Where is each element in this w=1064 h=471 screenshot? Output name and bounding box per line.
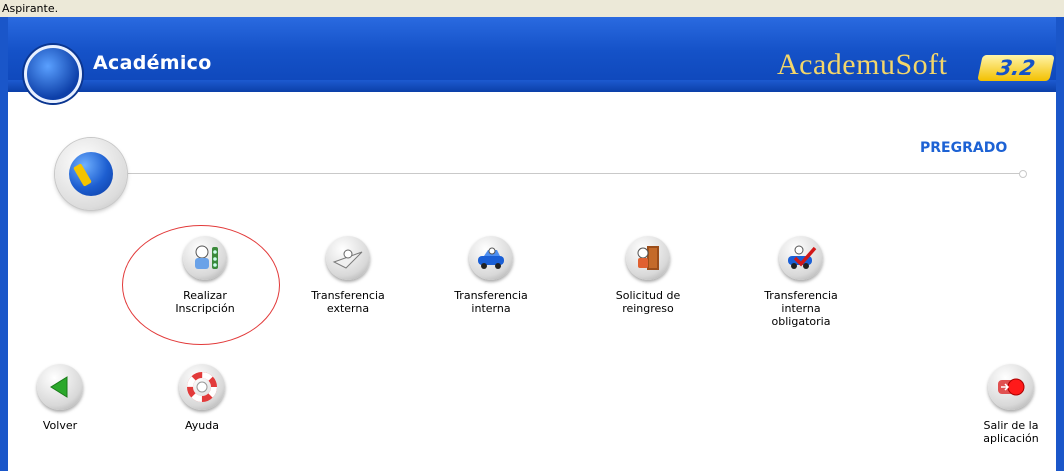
tool-transferencia-interna-obligatoria[interactable]: Transferencia interna obligatoria bbox=[736, 236, 866, 328]
brand-version: 3.2 bbox=[977, 55, 1055, 81]
tool-label: Transferencia interna obligatoria bbox=[764, 289, 838, 328]
door-icon[interactable] bbox=[626, 236, 670, 280]
exit-label: Salir de la aplicación bbox=[983, 419, 1039, 445]
brand-name: AcademuSoft bbox=[777, 48, 948, 81]
paper-plane-icon[interactable] bbox=[326, 236, 370, 280]
app-logo-icon bbox=[24, 45, 82, 103]
exit-icon[interactable] bbox=[988, 364, 1034, 410]
lifebuoy-icon[interactable] bbox=[179, 364, 225, 410]
tool-label: Transferencia externa bbox=[311, 289, 385, 315]
section-label: PREGRADO bbox=[920, 140, 1008, 156]
divider-end-dot bbox=[1019, 170, 1027, 178]
tool-transferencia-interna[interactable]: Transferencia interna bbox=[426, 236, 556, 315]
module-title: Académico bbox=[93, 52, 212, 74]
section-divider bbox=[126, 173, 1020, 174]
back-arrow-icon[interactable] bbox=[37, 364, 83, 410]
section-book-icon bbox=[55, 138, 127, 210]
help-label: Ayuda bbox=[185, 419, 219, 432]
tool-transferencia-externa[interactable]: Transferencia externa bbox=[283, 236, 413, 315]
tool-solicitud-reingreso[interactable]: Solicitud de reingreso bbox=[583, 236, 713, 315]
exit-button[interactable]: Salir de la aplicación bbox=[966, 364, 1056, 445]
tool-realizar-inscripcion[interactable]: Realizar Inscripción bbox=[140, 236, 270, 315]
window-frame-left bbox=[0, 17, 8, 471]
inscription-icon[interactable] bbox=[183, 236, 227, 280]
checkmark-car-icon[interactable] bbox=[779, 236, 823, 280]
back-button[interactable]: Volver bbox=[10, 364, 110, 432]
help-button[interactable]: Ayuda bbox=[152, 364, 252, 432]
tool-label: Realizar Inscripción bbox=[175, 289, 235, 315]
window-titlebar: Aspirante. bbox=[0, 0, 1064, 18]
car-icon[interactable] bbox=[469, 236, 513, 280]
window-title: Aspirante. bbox=[2, 2, 59, 15]
window-frame-right bbox=[1056, 17, 1064, 471]
tool-label: Solicitud de reingreso bbox=[615, 289, 681, 315]
tool-label: Transferencia interna bbox=[454, 289, 528, 315]
back-label: Volver bbox=[42, 419, 78, 432]
